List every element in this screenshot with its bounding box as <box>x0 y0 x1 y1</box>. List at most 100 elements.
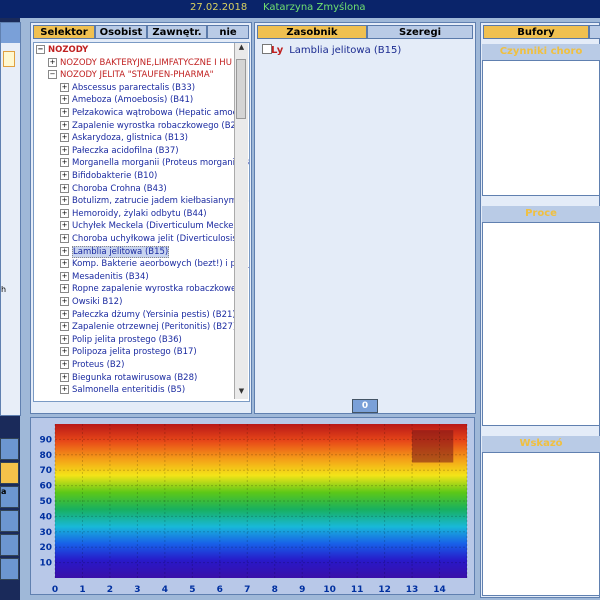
tree-label: Botulizm, zatrucie jadem kiełbasianym (B… <box>72 196 250 207</box>
expand-icon[interactable]: + <box>60 234 69 243</box>
tree-leaf[interactable]: + Choroba Crohna (B43) <box>60 183 167 194</box>
tree-leaf[interactable]: + Zapalenie otrzewnej (Peritonitis) (B27) <box>60 322 236 332</box>
tab-nie[interactable]: nie <box>207 25 249 39</box>
expand-icon[interactable]: + <box>60 271 69 281</box>
storage-count: 0 <box>352 399 378 413</box>
expand-icon[interactable]: + <box>60 95 69 105</box>
tree-leaf[interactable]: + Ropne zapalenie wyrostka robaczkowego <box>60 284 247 294</box>
tree-leaf[interactable]: + Salmonella enteritidis (B5) <box>60 385 185 395</box>
left-button-3[interactable] <box>0 510 19 532</box>
tree-leaf[interactable]: + Lamblia jelitowa (B15) <box>60 245 170 258</box>
expand-icon[interactable]: + <box>60 360 69 369</box>
tree-group[interactable]: − NOZODY JELITA "STAUFEN-PHARMA" <box>48 70 214 80</box>
scroll-thumb[interactable] <box>236 59 246 119</box>
tree-leaf[interactable]: + Proteus (B2) <box>60 360 124 370</box>
tree-scrollbar[interactable]: ▲ ▼ <box>234 43 248 399</box>
tree-label: Salmonella enteritidis (B5) <box>72 385 186 396</box>
x-tick-label: 8 <box>272 585 278 595</box>
tab-szeregi[interactable]: Szeregi <box>367 25 473 39</box>
tree-leaf[interactable]: + Pałeczka acidofilna (B37) <box>60 145 179 156</box>
collapse-icon[interactable]: − <box>48 70 57 80</box>
tree-label: Askarydoza, glistnica (B13) <box>72 133 188 144</box>
x-tick-label: 14 <box>433 585 446 595</box>
left-input[interactable] <box>3 51 15 67</box>
x-tick-label: 1 <box>79 585 85 595</box>
expand-icon[interactable]: + <box>60 372 69 382</box>
section-indications <box>482 452 600 596</box>
expand-icon[interactable]: + <box>60 322 69 332</box>
tree-leaf[interactable]: + Polipoza jelita prostego (B17) <box>60 347 197 357</box>
expand-icon[interactable]: + <box>60 133 69 143</box>
tree-leaf[interactable]: + Komp. Bakterie aeorbowych (bezt!) i pał… <box>60 259 249 269</box>
expand-icon[interactable]: + <box>60 385 69 395</box>
expand-icon[interactable]: + <box>60 108 69 117</box>
x-tick-label: 11 <box>351 585 364 595</box>
title-bar: 27.02.2018 Katarzyna Zmyślona <box>0 0 600 18</box>
tree-leaf[interactable]: + Mesadenitis (B34) <box>60 271 149 282</box>
expand-icon[interactable]: + <box>60 284 69 294</box>
scroll-down-icon[interactable]: ▼ <box>235 387 248 399</box>
tree-leaf[interactable]: + Hemoroidy, żylaki odbytu (B44) <box>60 208 207 219</box>
tab-selektor[interactable]: Selektor <box>33 25 95 39</box>
tree-leaf[interactable]: + Morganella morganii (Proteus morganii) … <box>60 158 249 168</box>
expand-icon[interactable]: + <box>48 57 57 67</box>
left-button-4[interactable] <box>0 534 19 556</box>
entry-code: Ly <box>271 45 284 56</box>
storage-entry[interactable]: Ly Lamblia jelitowa (B15) <box>271 45 401 56</box>
patient-name: Katarzyna Zmyślona <box>263 2 366 13</box>
expand-icon[interactable]: + <box>60 158 69 168</box>
tree-label: Pałeczka dżumy (Yersinia pestis) (B21) <box>72 309 236 320</box>
y-tick-label: 70 <box>39 466 52 476</box>
tree-leaf[interactable]: + Owsiki B12) <box>60 297 122 307</box>
left-panel-header <box>1 23 20 43</box>
tree-leaf[interactable]: + Polip jelita prostego (B36) <box>60 334 182 345</box>
left-button-2[interactable]: a <box>0 486 19 508</box>
tree-leaf[interactable]: + Botulizm, zatrucie jadem kiełbasianym (… <box>60 196 250 207</box>
x-tick-label: 7 <box>244 585 250 595</box>
expand-icon[interactable]: + <box>60 145 69 155</box>
left-button-0[interactable] <box>0 438 19 460</box>
nosode-tree[interactable]: − NOZODY + NOZODY BAKTERYJNE,LIMFATYCZNE I … <box>33 42 250 402</box>
tree-leaf[interactable]: + Zapalenie wyrostka robaczkowego (B24) <box>60 120 245 131</box>
chart-svg: 0 1 2 3 4 5 6 7 8 9 10 11 12 13 14908070605040302010 <box>39 424 468 595</box>
expand-icon[interactable]: + <box>60 334 69 344</box>
expand-icon[interactable]: + <box>60 196 69 206</box>
tab-right-extra[interactable] <box>589 25 600 39</box>
tree-group[interactable]: − NOZODY <box>36 45 88 55</box>
y-tick-label: 40 <box>39 512 52 522</box>
tab-osobist[interactable]: Osobist <box>95 25 147 39</box>
expand-icon[interactable]: + <box>60 208 69 218</box>
tree-leaf[interactable]: + Pałeczka dżumy (Yersinia pestis) (B21) <box>60 309 236 320</box>
tab-bufory[interactable]: Bufory <box>483 25 589 39</box>
left-button-1[interactable] <box>0 462 19 484</box>
expand-icon[interactable]: + <box>60 309 69 319</box>
tree-label: Zapalenie otrzewnej (Peritonitis) (B27) <box>72 322 237 333</box>
scroll-up-icon[interactable]: ▲ <box>235 43 248 55</box>
tree-leaf[interactable]: + Askarydoza, glistnica (B13) <box>60 133 188 143</box>
tree-leaf[interactable]: + Biegunka rotawirusowa (B28) <box>60 372 197 383</box>
expand-icon[interactable]: + <box>60 120 69 130</box>
tree-leaf[interactable]: + Ameboza (Amoebosis) (B41) <box>60 95 193 105</box>
tab-zasobnik[interactable]: Zasobnik <box>257 25 367 39</box>
tab-zewnetrzne[interactable]: Zawnętr. <box>147 25 207 39</box>
storage-panel: Zasobnik Szeregi <box>254 22 476 414</box>
expand-icon[interactable]: + <box>60 297 69 306</box>
left-button-5[interactable] <box>0 558 19 580</box>
tree-group[interactable]: + NOZODY BAKTERYJNE,LIMFATYCZNE I HU <box>48 57 232 68</box>
tree-label: Zapalenie wyrostka robaczkowego (B24) <box>72 120 245 131</box>
x-tick-label: 3 <box>134 585 140 595</box>
expand-icon[interactable]: + <box>60 183 69 193</box>
tree-label: Mesadenitis (B34) <box>72 271 149 282</box>
tree-leaf[interactable]: + Pełzakowica wątrobowa (Hepatic amoebi <box>60 108 246 118</box>
expand-icon[interactable]: + <box>60 347 69 357</box>
expand-icon[interactable]: + <box>60 171 69 180</box>
expand-icon[interactable]: + <box>60 221 69 231</box>
expand-icon[interactable]: + <box>60 82 69 92</box>
tree-leaf[interactable]: + Uchyłek Meckela (Diverticulum Meckeli) … <box>60 221 248 231</box>
tree-leaf[interactable]: + Abscessus pararectalis (B33) <box>60 82 195 93</box>
tree-leaf[interactable]: + Choroba uchyłkowa jelit (Diverticulosis… <box>60 234 240 244</box>
expand-icon[interactable]: + <box>60 246 69 256</box>
collapse-icon[interactable]: − <box>36 45 45 54</box>
expand-icon[interactable]: + <box>60 259 69 269</box>
tree-leaf[interactable]: + Bifidobakterie (B10) <box>60 171 157 181</box>
